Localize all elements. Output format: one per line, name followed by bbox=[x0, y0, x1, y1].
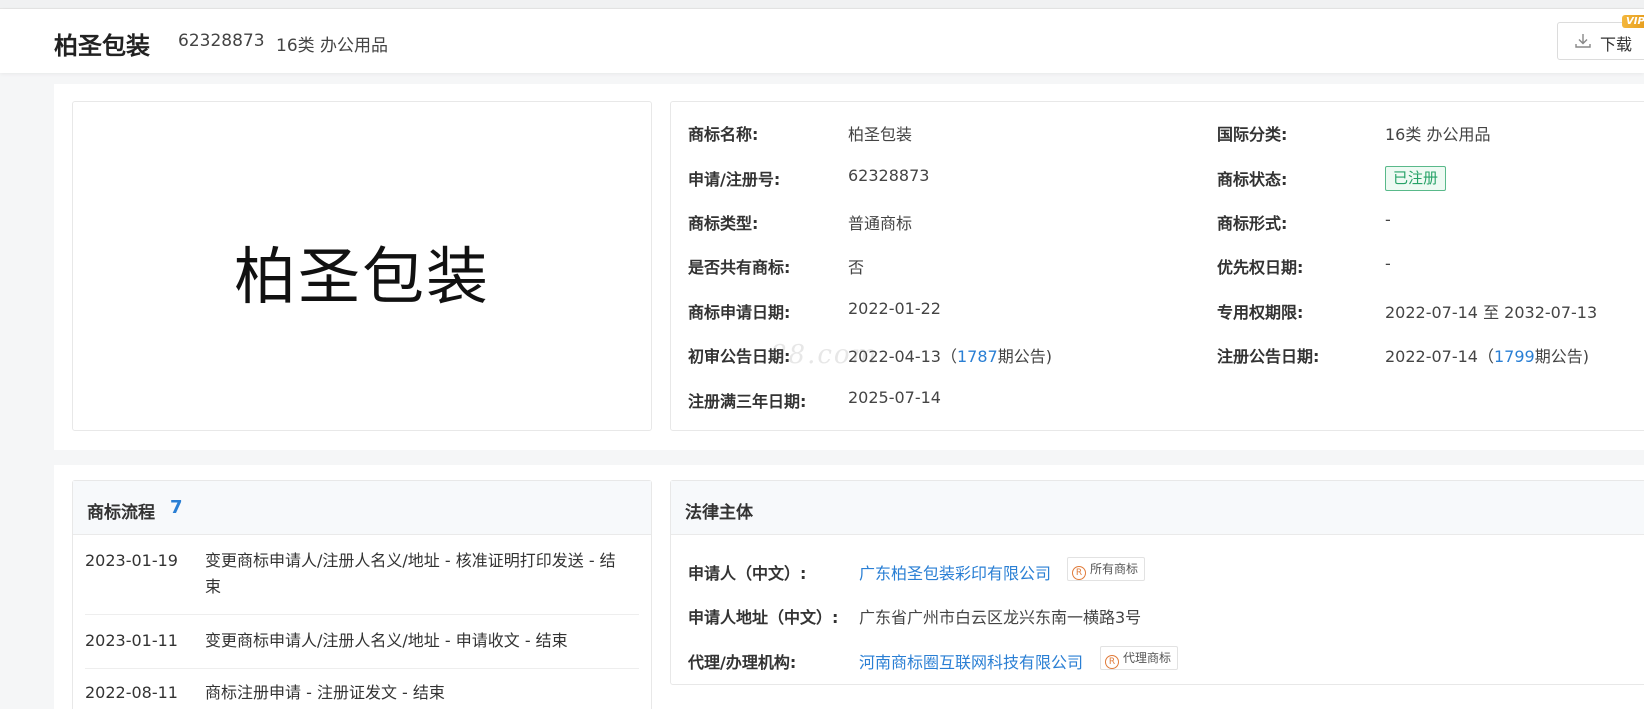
flow-item-text: 变更商标申请人/注册人名义/地址 - 申请收文 - 结束 bbox=[205, 631, 568, 650]
reg-pub-issue-link[interactable]: 1799 bbox=[1494, 347, 1535, 366]
address-label: 申请人地址（中文）: bbox=[688, 608, 839, 627]
info-three-year-label: 注册满三年日期: bbox=[688, 392, 807, 411]
page-title: 柏圣包装 bbox=[54, 32, 150, 60]
download-label: 下载 bbox=[1600, 35, 1633, 54]
info-shared-label: 是否共有商标: bbox=[688, 258, 791, 277]
flow-header: 商标流程 7 bbox=[73, 481, 651, 535]
top-strip bbox=[0, 0, 1644, 9]
header-class: 16类 办公用品 bbox=[276, 36, 389, 56]
applicant-link[interactable]: 广东柏圣包装彩印有限公司 bbox=[859, 560, 1051, 584]
agent-label: 代理/办理机构: bbox=[688, 653, 797, 672]
flow-item-date: 2022-08-11 bbox=[85, 683, 178, 702]
watermark: 88.com bbox=[770, 340, 879, 370]
reg-pub-suffix: 期公告) bbox=[1534, 347, 1589, 366]
flow-item: 2022-08-11 商标注册申请 - 注册证发文 - 结束 bbox=[85, 683, 639, 709]
header-reg-no: 62328873 bbox=[178, 31, 265, 51]
agent-trademarks-label: 代理商标 bbox=[1123, 651, 1172, 665]
info-type-value: 普通商标 bbox=[848, 214, 913, 233]
flow-item: 2023-01-19 变更商标申请人/注册人名义/地址 - 核准证明打印发送 -… bbox=[85, 551, 639, 615]
agent-trademarks-tag[interactable]: R 代理商标 bbox=[1100, 646, 1179, 670]
flow-item-date: 2023-01-19 bbox=[85, 551, 178, 570]
info-name-label: 商标名称: bbox=[688, 125, 759, 144]
info-reg-pub-value: 2022-07-14（1799期公告) bbox=[1385, 343, 1589, 367]
trademark-flow-card: 商标流程 7 2023-01-19 变更商标申请人/注册人名义/地址 - 核准证… bbox=[72, 480, 652, 709]
info-name-row: 商标名称: bbox=[688, 121, 758, 145]
flow-count: 7 bbox=[170, 497, 183, 518]
trademark-image: 柏圣包装 bbox=[72, 101, 652, 431]
address-value: 广东省广州市白云区龙兴东南一横路3号 bbox=[859, 608, 1142, 627]
info-name-value: 柏圣包装 bbox=[848, 125, 913, 144]
vip-badge: VIP bbox=[1622, 15, 1644, 28]
info-intl-class-value: 16类 办公用品 bbox=[1385, 125, 1491, 144]
info-exclusive-value: 2022-07-14 至 2032-07-13 bbox=[1385, 303, 1598, 322]
info-intl-class-label: 国际分类: bbox=[1217, 125, 1288, 144]
legal-title: 法律主体 bbox=[685, 503, 753, 523]
page-header: 柏圣包装 62328873 16类 办公用品 下载 VIP bbox=[0, 9, 1644, 73]
flow-item-text: 变更商标申请人/注册人名义/地址 - 核准证明打印发送 - 结束 bbox=[205, 551, 616, 596]
info-reg-pub-label: 注册公告日期: bbox=[1217, 347, 1320, 366]
applicant-label: 申请人（中文）: bbox=[688, 564, 807, 583]
info-prelim-value: 2022-04-13（1787期公告) bbox=[848, 343, 1052, 367]
info-form-label: 商标形式: bbox=[1217, 214, 1288, 233]
registered-icon: R bbox=[1105, 655, 1119, 669]
prelim-suffix: 期公告) bbox=[997, 347, 1052, 366]
trademark-info-card bbox=[670, 101, 1644, 431]
all-trademarks-label: 所有商标 bbox=[1090, 562, 1139, 576]
info-form-value: - bbox=[1385, 210, 1391, 229]
trademark-logo-text: 柏圣包装 bbox=[233, 240, 490, 313]
status-badge: 已注册 bbox=[1385, 166, 1447, 191]
info-status-label: 商标状态: bbox=[1217, 170, 1288, 189]
info-apply-date-label: 商标申请日期: bbox=[688, 303, 791, 322]
legal-header: 法律主体 bbox=[671, 481, 1644, 535]
download-icon bbox=[1575, 34, 1591, 48]
agent-link[interactable]: 河南商标圈互联网科技有限公司 bbox=[859, 649, 1083, 673]
flow-title: 商标流程 bbox=[87, 503, 155, 523]
info-priority-value: - bbox=[1385, 254, 1391, 273]
info-three-year-value: 2025-07-14 bbox=[848, 388, 941, 407]
flow-item: 2023-01-11 变更商标申请人/注册人名义/地址 - 申请收文 - 结束 bbox=[85, 631, 639, 669]
info-type-label: 商标类型: bbox=[688, 214, 759, 233]
info-exclusive-label: 专用权期限: bbox=[1217, 303, 1304, 322]
all-trademarks-tag[interactable]: R 所有商标 bbox=[1067, 557, 1146, 581]
flow-item-date: 2023-01-11 bbox=[85, 631, 178, 650]
info-shared-value: 否 bbox=[848, 258, 865, 277]
info-priority-label: 优先权日期: bbox=[1217, 258, 1304, 277]
info-regno-label: 申请/注册号: bbox=[688, 170, 781, 189]
flow-item-text: 商标注册申请 - 注册证发文 - 结束 bbox=[205, 683, 445, 702]
registered-icon: R bbox=[1072, 566, 1086, 580]
info-regno-value: 62328873 bbox=[848, 166, 930, 185]
reg-pub-date: 2022-07-14（ bbox=[1385, 347, 1494, 366]
info-apply-date-value: 2022-01-22 bbox=[848, 299, 941, 318]
prelim-issue-link[interactable]: 1787 bbox=[957, 347, 998, 366]
